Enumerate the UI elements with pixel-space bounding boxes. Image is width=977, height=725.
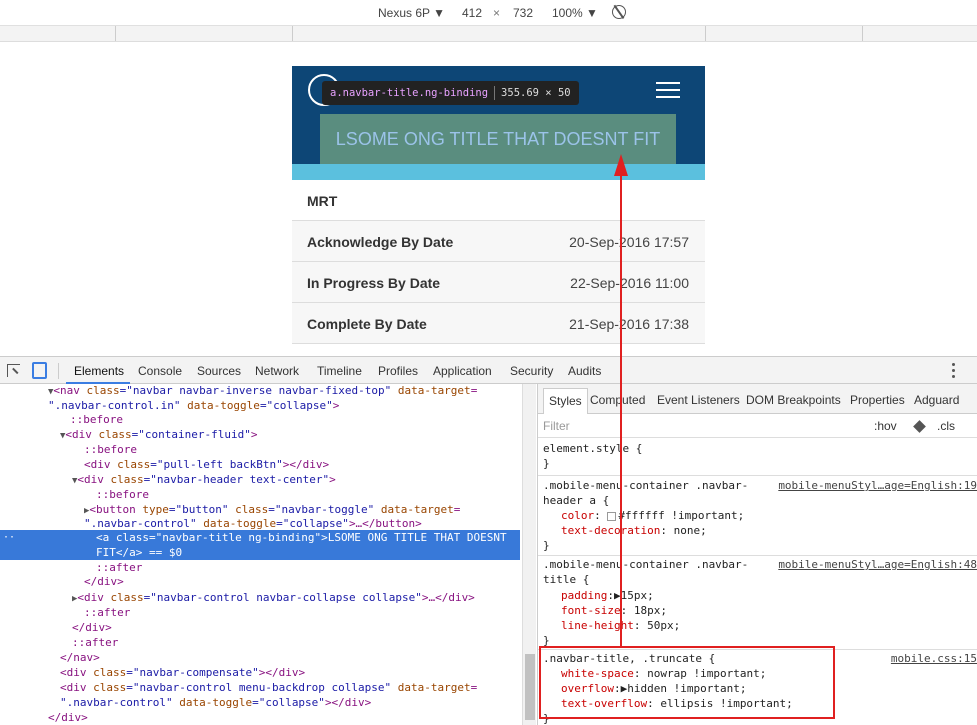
width-input[interactable]: 412 [462,6,482,20]
tree-node[interactable]: ::after [0,560,520,575]
tree-node[interactable]: <div class="navbar-control menu-backdrop… [0,680,520,695]
css-declaration[interactable]: padding:▶15px; [561,588,654,603]
rule-source-link[interactable]: mobile-menuStyl…age=English:48 [778,557,977,572]
tab-application[interactable]: Application [433,364,492,378]
paint-icon[interactable] [913,420,926,433]
tab-computed[interactable]: Computed [590,393,645,407]
row-value: 22-Sep-2016 11:00 [570,275,689,291]
hov-toggle[interactable]: :hov [874,419,897,433]
device-mode-icon[interactable] [32,362,47,379]
selected-tree-node[interactable]: ·· <a class="navbar-title ng-binding">LS… [0,530,520,560]
media-query-ruler[interactable] [0,26,977,42]
device-toolbar: Nexus 6P ▼ 412 × 732 100% ▼ [0,0,977,26]
tree-node[interactable]: ▼<div class="container-fluid"> [0,427,520,442]
list-item[interactable]: Acknowledge By Date 20-Sep-2016 17:57 [292,221,705,262]
zoom-select[interactable]: 100% ▼ [552,6,598,20]
tab-profiles[interactable]: Profiles [378,364,418,378]
elements-scrollbar[interactable] [522,384,536,725]
rule-selector[interactable]: .mobile-menu-container .navbar- [543,557,748,572]
tab-styles[interactable]: Styles [543,388,588,414]
styles-tabbar: Styles Computed Event Listeners DOM Brea… [538,384,977,414]
tab-console[interactable]: Console [138,364,182,378]
tree-node[interactable]: ▶<button type="button" class="navbar-tog… [0,502,520,517]
tab-sources[interactable]: Sources [197,364,241,378]
filter-input[interactable]: Filter [543,419,570,433]
tree-node[interactable]: <div class="navbar-compensate"></div> [0,665,520,680]
navbar-title[interactable]: LSOME ONG TITLE THAT DOESNT FIT [320,114,676,164]
more-menu-icon[interactable] [952,363,956,379]
tooltip-selector: a.navbar-title.ng-binding [330,87,489,99]
cls-toggle[interactable]: .cls [937,419,955,433]
tab-dom-breakpoints[interactable]: DOM Breakpoints [746,393,841,407]
tree-node[interactable]: ".navbar-control" data-toggle="collapse"… [0,695,520,710]
rule-selector-cont: title { [543,573,590,586]
list-item[interactable]: MRT [292,180,705,221]
rule-source-link[interactable]: mobile.css:15 [891,651,977,666]
rule-close: } [543,457,550,470]
times-sign: × [493,6,501,20]
list-item[interactable]: In Progress By Date 22-Sep-2016 11:00 [292,262,705,303]
css-declaration[interactable]: color: #ffffff !important; [561,508,744,523]
color-swatch-icon[interactable] [607,511,617,521]
hamburger-menu-icon[interactable] [656,82,680,100]
tree-node[interactable]: ::before [0,412,520,427]
devtools-tabbar: Elements Console Sources Network Timelin… [0,356,977,384]
navbar: ‹ a.navbar-title.ng-binding355.69 × 50 L… [292,66,705,164]
row-label: Complete By Date [307,316,427,332]
tree-node[interactable]: </div> [0,620,520,635]
selected-node-line1: <a class="navbar-title ng-binding">LSOME… [96,531,507,544]
tree-node[interactable]: ".navbar-control.in" data-toggle="collap… [0,398,520,413]
height-input[interactable]: 732 [513,6,533,20]
row-value: 20-Sep-2016 17:57 [569,234,689,250]
tooltip-size: 355.69 × 50 [501,87,571,99]
emulated-viewport: ‹ a.navbar-title.ng-binding355.69 × 50 L… [0,42,977,366]
rule-selector[interactable]: .mobile-menu-container .navbar- [543,478,748,493]
tree-node[interactable]: ▼<div class="navbar-header text-center"> [0,472,520,487]
tab-network[interactable]: Network [255,364,299,378]
list-item[interactable]: Complete By Date 21-Sep-2016 17:38 [292,303,705,344]
device-select[interactable]: Nexus 6P ▼ [378,6,445,20]
highlight-box [539,646,835,719]
rule-source-link[interactable]: mobile-menuStyl…age=English:19 [778,478,977,493]
rule-selector-cont: header a { [543,494,610,507]
css-declaration[interactable]: line-height: 50px; [561,618,680,633]
tab-timeline[interactable]: Timeline [317,364,362,378]
tree-node[interactable]: </nav> [0,650,520,665]
tree-node[interactable]: ▼<nav class="navbar navbar-inverse navba… [0,384,520,398]
tab-adguard[interactable]: Adguard [914,393,959,407]
inspect-tooltip: a.navbar-title.ng-binding 355.69 × 50 [322,81,579,105]
tree-node[interactable]: ::after [0,635,520,650]
tree-node[interactable]: <div class="pull-left backBtn"></div> [0,457,520,472]
elements-tree: ▼<nav class="navbar navbar-inverse navba… [0,384,520,725]
inspect-element-icon[interactable] [7,364,20,377]
tab-security[interactable]: Security [510,364,553,378]
row-label: Acknowledge By Date [307,234,454,250]
tab-event-listeners[interactable]: Event Listeners [657,393,740,407]
rule-selector[interactable]: element.style { [543,441,642,456]
device-screen: ‹ a.navbar-title.ng-binding355.69 × 50 L… [292,66,705,366]
tree-node[interactable]: </div> [0,574,520,589]
tree-node[interactable]: ▶<div class="navbar-control navbar-colla… [0,590,520,605]
rotate-icon[interactable] [612,5,626,19]
screen: Nexus 6P ▼ 412 × 732 100% ▼ ‹ a.navbar-t… [0,0,977,725]
rule-close: } [543,539,550,552]
selected-node-line2: FIT</a> == $0 [96,546,183,559]
row-value: 21-Sep-2016 17:38 [569,316,689,332]
tree-node[interactable]: ::before [0,442,520,457]
tree-node[interactable]: ::after [0,605,520,620]
tab-elements[interactable]: Elements [74,364,124,378]
tab-audits[interactable]: Audits [568,364,601,378]
row-label: MRT [307,193,338,209]
css-declaration[interactable]: text-decoration: none; [561,523,707,538]
css-declaration[interactable]: font-size: 18px; [561,603,667,618]
tab-properties[interactable]: Properties [850,393,905,407]
detail-list: MRT Acknowledge By Date 20-Sep-2016 17:5… [292,180,705,344]
row-label: In Progress By Date [307,275,441,291]
styles-filter: Filter :hov .cls [538,414,977,438]
navbar-compensate [292,164,705,180]
tree-node[interactable]: ".navbar-control" data-toggle="collapse"… [0,516,520,531]
tree-node[interactable]: ::before [0,487,520,502]
tree-node[interactable]: </div> [0,710,520,725]
